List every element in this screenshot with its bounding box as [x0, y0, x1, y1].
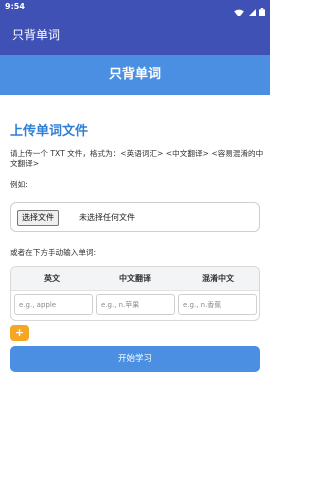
- hero-title: 只背单词: [108, 67, 161, 82]
- header-english: 英文: [44, 274, 60, 283]
- file-upload-field[interactable]: 选择文件 未选择任何文件: [10, 202, 260, 232]
- app-bar-title: 只背单词: [12, 28, 61, 42]
- header-confusing-chinese: 混淆中文: [202, 274, 234, 283]
- chinese-translation-input[interactable]: [96, 294, 175, 315]
- example-label: 例如:: [10, 180, 28, 189]
- word-input-table: 英文 中文翻译 混淆中文: [10, 266, 260, 321]
- upload-description: 请上传一个 TXT 文件，格式为：<英语词汇> <中文翻译> <容易混淆的中文翻…: [10, 149, 264, 168]
- table-header: 英文 中文翻译 混淆中文: [11, 267, 259, 291]
- file-status-text: 未选择任何文件: [79, 213, 135, 222]
- add-row-button[interactable]: +: [10, 325, 29, 341]
- start-learning-button[interactable]: 开始学习: [10, 346, 260, 372]
- status-bar: 9:54: [0, 0, 270, 18]
- english-word-input[interactable]: [14, 294, 93, 315]
- hero-banner: 只背单词: [0, 55, 270, 95]
- confusing-chinese-input[interactable]: [178, 294, 257, 315]
- app-bar: 只背单词: [0, 16, 270, 55]
- choose-file-button[interactable]: 选择文件: [17, 210, 59, 226]
- header-chinese-translation: 中文翻译: [119, 274, 151, 283]
- status-time: 9:54: [5, 2, 25, 11]
- upload-section-title: 上传单词文件: [10, 124, 89, 139]
- manual-input-label: 或者在下方手动输入单词:: [10, 248, 97, 257]
